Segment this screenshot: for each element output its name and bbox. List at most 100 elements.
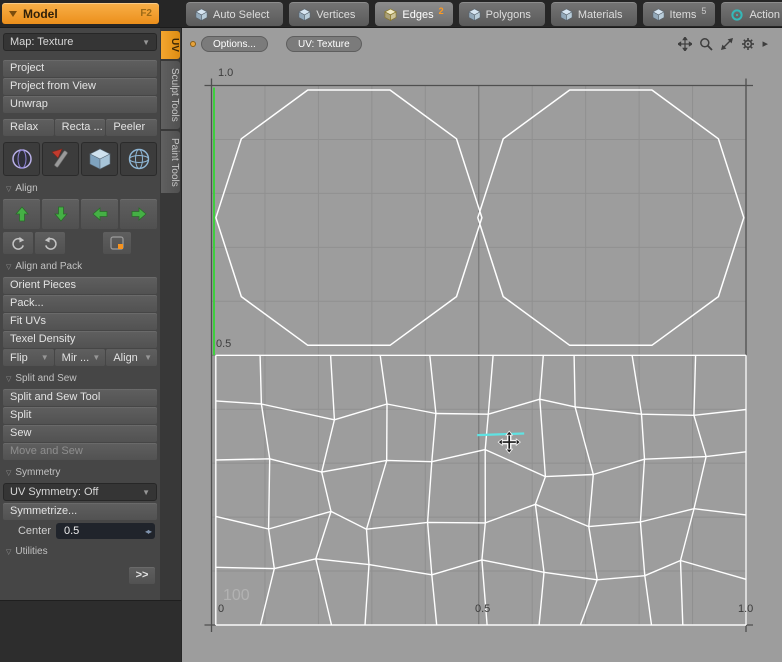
section-label: Symmetry [15,467,61,478]
tab-label: Materials [577,8,623,21]
sew-button[interactable]: Sew [3,425,157,442]
align-dropdown[interactable]: Align ▼ [106,349,158,366]
model-tab-label: Model [23,6,58,21]
rotate-ccw-icon [11,236,24,250]
svg-text:1.0: 1.0 [738,603,753,615]
section-utilities[interactable]: ▽ Utilities [3,544,157,559]
wire-sphere-icon [128,148,149,170]
chevron-down-icon: ▼ [40,353,49,362]
tab-items[interactable]: Items 5 [642,2,716,26]
section-align[interactable]: ▽ Align [3,181,157,196]
section-symmetry[interactable]: ▽ Symmetry [3,465,157,480]
viewport-menu-arrow-icon[interactable]: ▸ [762,38,768,51]
model-layout-tab[interactable]: Model F2 [2,3,159,24]
orient-pieces-button[interactable]: Orient Pieces [3,277,157,294]
selection-mode-tabs: Auto Select Vertices Edges 2 Polygons Ma… [186,1,782,28]
tab-edges[interactable]: Edges 2 [375,2,453,26]
project-button[interactable]: Project [3,60,157,77]
align-down-button[interactable] [42,199,79,229]
peeler-icon [50,148,68,168]
section-triangle-icon: ▽ [6,548,12,556]
rotate-cw-icon [44,236,57,250]
section-triangle-icon: ▽ [6,263,12,271]
uv-sphere-tool-button[interactable] [120,142,157,176]
symmetrize-button[interactable]: Symmetrize... [3,503,157,520]
rail-tab-sculpt-tools[interactable]: Sculpt Tools [161,60,180,129]
gear-icon[interactable] [741,37,755,51]
uv-box-tool-button[interactable] [81,142,118,176]
center-value: 0.5 [64,525,80,537]
uv-editor-viewport[interactable]: 100 1.0 0.5 0 0.5 1.0 Options... UV: Texture … [181,28,782,662]
rail-tab-uv[interactable]: UV [161,31,180,59]
uv-canvas[interactable]: 100 1.0 0.5 0 0.5 1.0 [182,28,782,662]
section-label: Align and Pack [15,261,83,272]
expand-panel-button[interactable]: >> [129,567,155,584]
action-center-icon [731,8,744,21]
fit-uvs-button[interactable]: Fit UVs [3,313,157,330]
section-split-and-sew[interactable]: ▽ Split and Sew [3,371,157,386]
tab-badge: 5 [701,6,707,16]
top-toolbar: Model F2 Auto Select Vertices Edges 2 Po… [0,0,782,28]
rectangle-button[interactable]: Recta ... [54,119,106,136]
peeler-button[interactable]: Peeler [106,119,158,136]
move-and-sew-button: Move and Sew [3,443,157,460]
flip-dropdown[interactable]: Flip ▼ [3,349,54,366]
tab-label: Edges [402,8,434,21]
vertex-map-selector[interactable]: Map: Texture ▼ [3,33,157,51]
align-up-button[interactable] [3,199,40,229]
align-right-button[interactable] [120,199,157,229]
cube-icon [651,8,665,21]
arrow-down-icon [53,206,68,222]
arrow-left-icon [91,207,107,221]
uv-symmetry-label: UV Symmetry: Off [10,486,99,498]
relax-button[interactable]: Relax [3,119,54,136]
snap-corner-button[interactable] [103,232,131,254]
center-field-label: Center [17,525,51,537]
rotate-cw-button[interactable] [35,232,65,254]
pan-icon[interactable] [678,37,693,51]
rail-tab-paint-tools[interactable]: Paint Tools [161,130,180,194]
tab-action-center[interactable]: Action Center ▸ [721,2,782,26]
align-left-button[interactable] [81,199,118,229]
collapse-triangle-icon [9,10,17,17]
split-and-sew-tool-button[interactable]: Split and Sew Tool [3,389,157,406]
pack-button[interactable]: Pack... [3,295,157,312]
uv-projection-tool-button[interactable] [3,142,40,176]
tool-category-rail: UV Sculpt Tools Paint Tools [160,28,181,600]
expand-row: >> [3,567,157,585]
align-label: Align [113,351,138,364]
zoom-icon[interactable] [699,37,714,51]
mirror-dropdown[interactable]: Mir ... ▼ [54,349,106,366]
model-tab-shortcut: F2 [140,8,152,19]
tab-vertices[interactable]: Vertices [289,2,370,26]
tab-auto-select[interactable]: Auto Select [186,2,284,26]
tab-label: Items [669,8,697,21]
modo-window: Model F2 Auto Select Vertices Edges 2 Po… [0,0,782,662]
split-button[interactable]: Split [3,407,157,424]
chevron-down-icon: ▼ [144,353,153,362]
project-from-view-button[interactable]: Project from View [3,78,157,95]
center-row: Center 0.5 ◂▸ [3,523,157,539]
rotate-ccw-button[interactable] [3,232,33,254]
section-align-and-pack[interactable]: ▽ Align and Pack [3,259,157,274]
svg-text:0.5: 0.5 [216,338,231,350]
viewport-controls: ▸ [678,37,768,51]
uv-map-button[interactable]: UV: Texture [286,36,362,52]
cube-icon [560,8,573,21]
center-value-field[interactable]: 0.5 ◂▸ [56,523,155,539]
tab-label: Auto Select [213,8,270,21]
fit-view-icon[interactable] [720,37,734,51]
tab-polygons[interactable]: Polygons [458,2,545,26]
tab-label: Vertices [316,8,356,21]
tab-materials[interactable]: Materials [550,2,637,26]
texel-density-button[interactable]: Texel Density [3,331,157,348]
uv-symmetry-dropdown[interactable]: UV Symmetry: Off ▼ [3,483,157,501]
mini-slider-handle[interactable]: ◂▸ [145,527,152,536]
snap-corner-icon [110,236,124,250]
unwrap-button[interactable]: Unwrap [3,96,157,113]
uv-peeler-tool-button[interactable] [42,142,79,176]
section-label: Utilities [15,546,48,557]
chevron-down-icon: ▼ [92,353,101,362]
options-button[interactable]: Options... [201,36,268,52]
arrow-up-icon [14,206,29,222]
